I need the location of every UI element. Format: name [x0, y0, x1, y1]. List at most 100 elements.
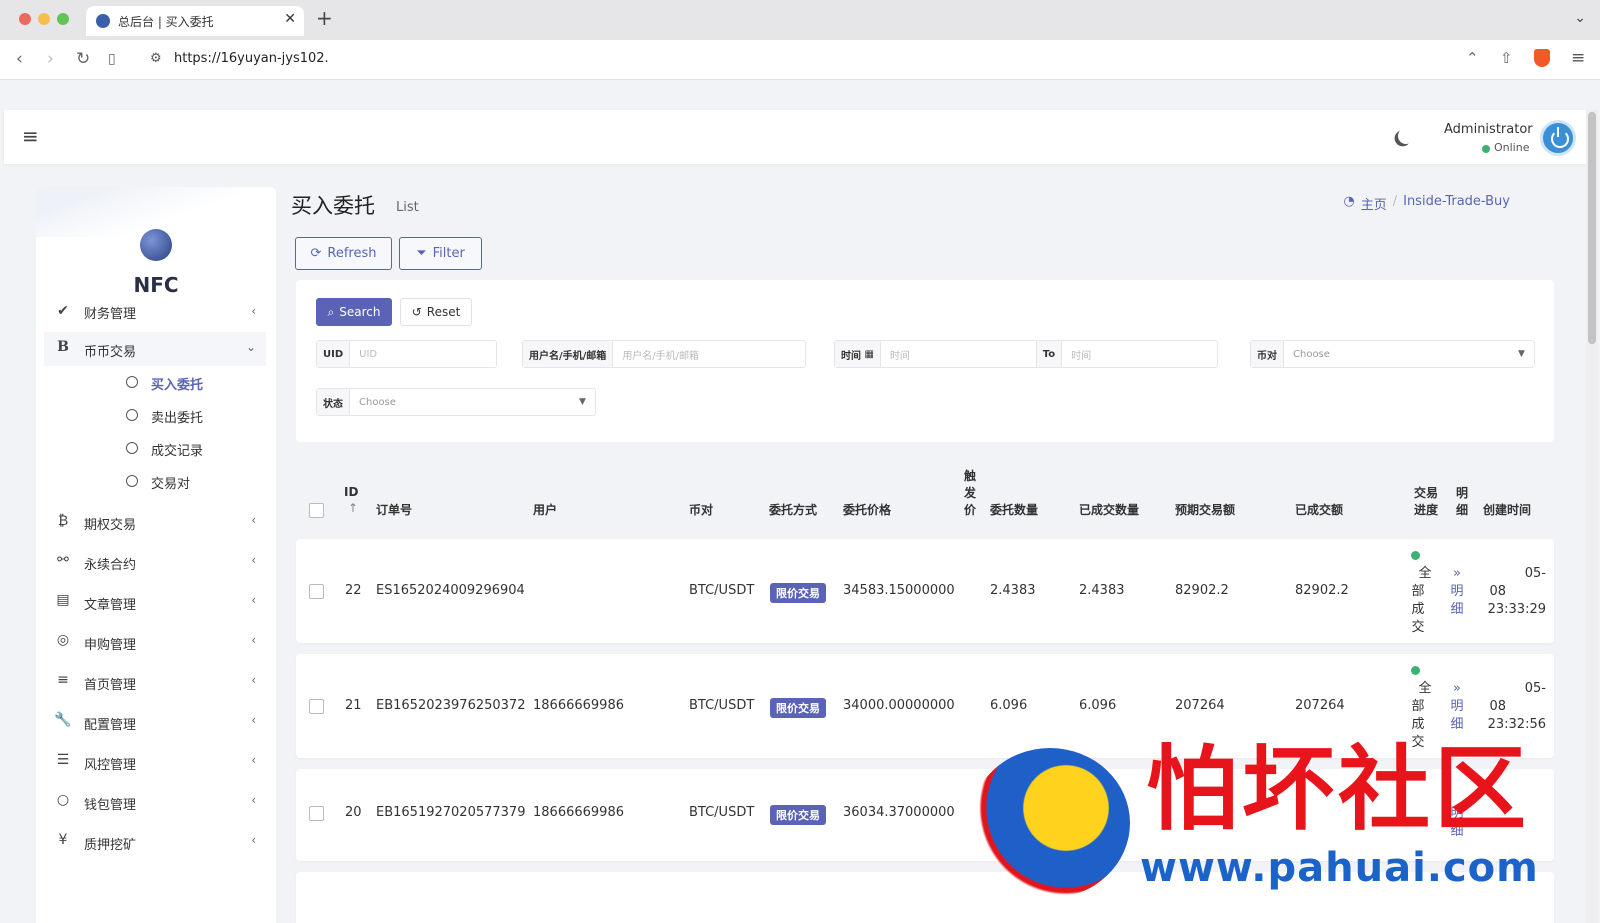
detail-link[interactable]: 细	[1450, 601, 1464, 619]
sort-up-icon[interactable]: ↑	[348, 500, 358, 517]
created-date: 08	[1489, 584, 1506, 599]
col-id[interactable]: ID	[344, 484, 358, 501]
sidebar-item-label: 钱包管理	[84, 798, 137, 813]
sidebar-sub-buy-orders[interactable]: 买入委托	[126, 368, 276, 396]
sidebar-item-finance[interactable]: ✔ 财务管理 ‹	[44, 305, 266, 327]
time-start-input[interactable]: 时间	[881, 341, 1036, 367]
table-row[interactable]: 22 ES1652024009296904 BTC/USDT 限价交易 3458…	[296, 539, 1554, 643]
sidebar-sub-sell-orders[interactable]: 卖出委托	[126, 401, 276, 429]
row-user: 18666669986	[533, 805, 624, 820]
refresh-button[interactable]: ⟳ Refresh	[295, 237, 392, 270]
lifebuoy-icon: ◎	[56, 632, 70, 648]
reset-button[interactable]: ↺ Reset	[400, 298, 472, 326]
browser-tab[interactable]: 总后台 | 买入委托 ✕	[86, 6, 304, 36]
sidebar-item-staking[interactable]: ¥ 质押挖矿 ‹	[44, 825, 266, 859]
browser-menu-icon[interactable]: ≡	[1571, 48, 1585, 68]
select-all-checkbox[interactable]	[309, 503, 324, 518]
sidebar-item-options[interactable]: ₿ 期权交易 ‹	[44, 505, 266, 539]
sidebar-item-label: 永续合约	[84, 558, 137, 573]
row-filled-qty: 2.4383	[1079, 583, 1125, 598]
bookmark-icon[interactable]: ▯	[108, 51, 116, 67]
download-icon[interactable]: ⌃	[1466, 49, 1479, 67]
col-created: 创建时间	[1483, 503, 1532, 517]
url-text[interactable]: https://16yuyan-jys102.	[174, 51, 329, 66]
caret-down-icon: ▼	[1518, 349, 1525, 359]
sidebar-item-label: 财务管理	[84, 307, 137, 322]
search-button[interactable]: ⌕ Search	[316, 298, 392, 326]
row-price: 36034.37000000	[843, 805, 955, 820]
detail-arrow-icon[interactable]: »	[1450, 680, 1464, 698]
detail-link[interactable]: 细	[1450, 716, 1464, 734]
close-window-button[interactable]	[19, 13, 31, 25]
reload-icon[interactable]: ↻	[76, 49, 90, 69]
col-progress-1: 交易	[1414, 486, 1439, 500]
time-end-input[interactable]: 时间	[1062, 341, 1217, 367]
site-settings-icon[interactable]: ⚙	[150, 51, 162, 66]
time-label: 时间 ▦	[835, 341, 881, 367]
row-checkbox[interactable]	[309, 806, 324, 821]
sidebar-sub-trade-records[interactable]: 成交记录	[126, 434, 276, 462]
chevron-left-icon: ‹	[251, 833, 256, 847]
sidebar-item-label: 首页管理	[84, 678, 137, 693]
chevron-left-icon: ‹	[251, 513, 256, 527]
status-select[interactable]: Choose	[350, 389, 579, 415]
admin-name[interactable]: Administrator	[1444, 122, 1533, 137]
row-filled-amt: 207264	[1295, 698, 1345, 713]
uid-filter: UID UID	[316, 340, 497, 368]
filter-label: Filter	[432, 246, 465, 261]
calendar-icon: ▦	[864, 348, 874, 360]
forward-icon[interactable]: ›	[47, 49, 54, 69]
chevron-left-icon: ‹	[251, 593, 256, 607]
dark-mode-moon-icon[interactable]	[1396, 126, 1417, 147]
hamburger-menu-icon[interactable]: ≡	[22, 124, 39, 148]
page-scrollbar[interactable]	[1586, 110, 1598, 923]
back-icon[interactable]: ‹	[16, 49, 23, 69]
row-pair: BTC/USDT	[689, 583, 755, 598]
address-bar[interactable]: ⚙ https://16yuyan-jys102.	[140, 46, 1410, 74]
col-order-no: 订单号	[376, 503, 413, 517]
sidebar-item-spot-trading[interactable]: B 币币交易 ⌄	[44, 332, 266, 366]
brave-shield-icon[interactable]	[1534, 49, 1550, 67]
sidebar-item-wallet[interactable]: ○ 钱包管理 ‹	[44, 785, 266, 819]
sidebar-item-perpetual[interactable]: ⚯ 永续合约 ‹	[44, 545, 266, 579]
filter-button[interactable]: ⏷ Filter	[399, 237, 482, 270]
circle-icon	[126, 376, 138, 388]
maximize-window-button[interactable]	[57, 13, 69, 25]
sidebar-item-homepage[interactable]: ≡ 首页管理 ‹	[44, 665, 266, 699]
row-price: 34000.00000000	[843, 698, 955, 713]
new-tab-button[interactable]: +	[316, 8, 333, 28]
sidebar-item-label: 期权交易	[84, 518, 137, 533]
chevron-left-icon: ‹	[251, 673, 256, 687]
sidebar-item-risk[interactable]: ☰ 风控管理 ‹	[44, 745, 266, 779]
undo-icon: ↺	[411, 305, 422, 319]
sidebar-sub-label: 卖出委托	[151, 411, 204, 426]
sidebar-item-config[interactable]: 🔧 配置管理 ‹	[44, 705, 266, 739]
chevron-left-icon: ‹	[251, 713, 256, 727]
tab-list-chevron-icon[interactable]: ⌄	[1574, 10, 1586, 26]
status-dot-icon	[1411, 666, 1420, 675]
close-tab-icon[interactable]: ✕	[284, 11, 296, 27]
detail-arrow-icon[interactable]: »	[1450, 565, 1464, 583]
avatar-power-icon[interactable]	[1540, 120, 1576, 156]
sidebar-item-articles[interactable]: ▤ 文章管理 ‹	[44, 585, 266, 619]
sidebar-sub-trading-pairs[interactable]: 交易对	[126, 467, 276, 495]
chevron-left-icon: ‹	[251, 793, 256, 807]
pair-filter: 币对 Choose ▼	[1250, 340, 1535, 368]
share-icon[interactable]: ⇧	[1500, 49, 1513, 67]
sidebar-item-subscription[interactable]: ◎ 申购管理 ‹	[44, 625, 266, 659]
breadcrumb-separator: /	[1392, 194, 1398, 209]
breadcrumb-home[interactable]: 主页	[1361, 194, 1387, 213]
row-expected-amt: 207264	[1175, 698, 1225, 713]
pair-select[interactable]: Choose	[1284, 341, 1518, 367]
page-title: 买入委托	[291, 194, 375, 218]
user-input[interactable]: 用户名/手机/邮箱	[613, 341, 805, 367]
minimize-window-button[interactable]	[38, 13, 50, 25]
favicon-icon	[96, 14, 110, 28]
row-checkbox[interactable]	[309, 584, 324, 599]
scrollbar-thumb[interactable]	[1588, 112, 1596, 344]
uid-input[interactable]: UID	[350, 341, 496, 367]
row-price: 34583.15000000	[843, 583, 955, 598]
row-checkbox[interactable]	[309, 699, 324, 714]
row-order-no: EB1651927020577379	[376, 805, 526, 820]
col-trigger-2: 发	[964, 486, 977, 500]
